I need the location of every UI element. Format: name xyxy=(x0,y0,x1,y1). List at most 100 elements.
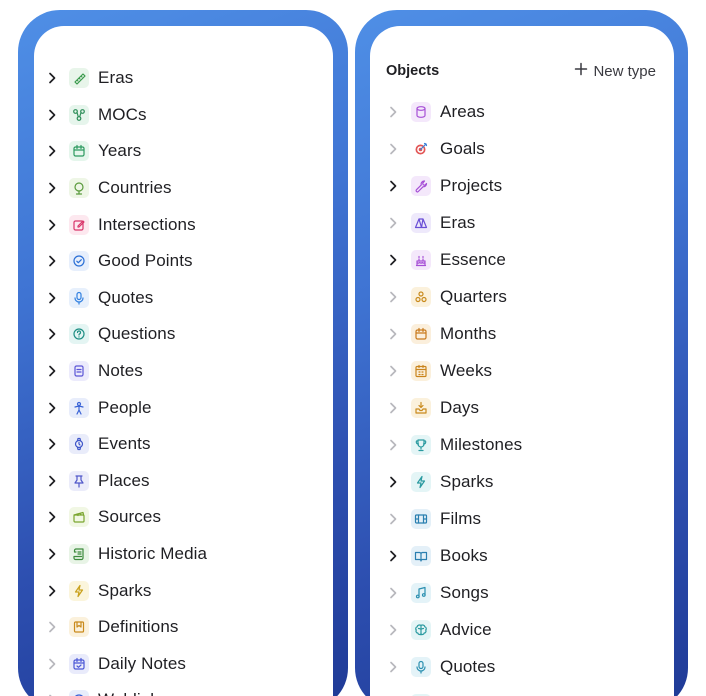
chevron-right-icon[interactable] xyxy=(386,364,400,378)
chevron-right-icon[interactable] xyxy=(386,401,400,415)
chevron-right-icon[interactable] xyxy=(386,623,400,637)
chevron-right-icon[interactable] xyxy=(45,144,59,158)
left-item-daily-notes[interactable]: Daily Notes xyxy=(34,646,333,683)
left-item-events[interactable]: Events xyxy=(34,426,333,463)
objects-item-advice[interactable]: Advice xyxy=(370,611,674,648)
chevron-right-icon[interactable] xyxy=(386,327,400,341)
target-icon xyxy=(411,138,431,159)
left-item-notes[interactable]: Notes xyxy=(34,353,333,390)
brain-icon xyxy=(411,619,431,640)
left-item-weblinks[interactable]: Weblinks xyxy=(34,682,333,696)
left-item-good-points[interactable]: Good Points xyxy=(34,243,333,280)
new-type-button[interactable]: New type xyxy=(574,62,656,80)
objects-item-label: Areas xyxy=(440,101,485,121)
left-item-historic-media[interactable]: Historic Media xyxy=(34,536,333,573)
left-item-places[interactable]: Places xyxy=(34,463,333,500)
objects-item-quotes[interactable]: Quotes xyxy=(370,648,674,685)
left-item-label: Intersections xyxy=(98,214,196,234)
objects-item-label: Eras xyxy=(440,212,476,232)
note-icon xyxy=(69,361,89,382)
left-item-quotes[interactable]: Quotes xyxy=(34,280,333,317)
objects-item-books[interactable]: Books xyxy=(370,537,674,574)
chevron-right-icon[interactable] xyxy=(45,401,59,415)
objects-item-songs[interactable]: Songs xyxy=(370,574,674,611)
objects-item-label: Essence xyxy=(440,249,506,269)
chevron-right-icon[interactable] xyxy=(45,181,59,195)
chevron-right-icon[interactable] xyxy=(45,584,59,598)
left-item-intersections[interactable]: Intersections xyxy=(34,206,333,243)
objects-item-locations[interactable]: Locations xyxy=(370,685,674,696)
chevron-right-icon[interactable] xyxy=(45,547,59,561)
left-item-eras[interactable]: Eras xyxy=(34,60,333,97)
chevron-right-icon[interactable] xyxy=(45,254,59,268)
chevron-right-icon[interactable] xyxy=(386,105,400,119)
left-item-sparks[interactable]: Sparks xyxy=(34,572,333,609)
calendar-grid-icon xyxy=(411,360,431,381)
left-item-definitions[interactable]: Definitions xyxy=(34,609,333,646)
objects-item-label: Weeks xyxy=(440,360,493,380)
left-item-label: Weblinks xyxy=(98,690,167,696)
lightning-icon xyxy=(411,471,431,492)
chevron-right-icon[interactable] xyxy=(386,179,400,193)
clapper-icon xyxy=(69,507,89,528)
chevron-right-icon[interactable] xyxy=(386,290,400,304)
chevron-right-icon[interactable] xyxy=(45,218,59,232)
objects-item-eras[interactable]: Eras xyxy=(370,204,674,241)
cylinder-icon xyxy=(411,101,431,122)
chevron-right-icon[interactable] xyxy=(386,549,400,563)
objects-item-essence[interactable]: Essence xyxy=(370,241,674,278)
objects-item-label: Projects xyxy=(440,175,503,195)
objects-panel: Objects New type Areas Goals Projects Eras E… xyxy=(370,26,674,696)
left-item-countries[interactable]: Countries xyxy=(34,170,333,207)
objects-item-days[interactable]: Days xyxy=(370,389,674,426)
ruler-icon xyxy=(69,68,89,89)
chevron-right-icon[interactable] xyxy=(45,327,59,341)
left-item-years[interactable]: Years xyxy=(34,133,333,170)
left-item-questions[interactable]: Questions xyxy=(34,316,333,353)
objects-item-sparks[interactable]: Sparks xyxy=(370,463,674,500)
left-item-people[interactable]: People xyxy=(34,389,333,426)
objects-item-areas[interactable]: Areas xyxy=(370,93,674,130)
objects-item-label: Months xyxy=(440,323,497,343)
chevron-right-icon[interactable] xyxy=(386,586,400,600)
chevron-right-icon[interactable] xyxy=(45,108,59,122)
objects-item-months[interactable]: Months xyxy=(370,315,674,352)
chevron-right-icon[interactable] xyxy=(386,253,400,267)
objects-item-quarters[interactable]: Quarters xyxy=(370,278,674,315)
left-item-label: Historic Media xyxy=(98,544,208,564)
left-item-sources[interactable]: Sources xyxy=(34,499,333,536)
left-item-label: Notes xyxy=(98,361,143,381)
objects-item-label: Books xyxy=(440,545,488,565)
person-icon xyxy=(69,397,89,418)
question-icon xyxy=(69,324,89,345)
chevron-right-icon[interactable] xyxy=(45,510,59,524)
objects-item-goals[interactable]: Goals xyxy=(370,130,674,167)
chevron-right-icon[interactable] xyxy=(386,142,400,156)
edit-icon xyxy=(69,214,89,235)
chevron-right-icon[interactable] xyxy=(386,512,400,526)
chevron-right-icon[interactable] xyxy=(386,216,400,230)
chevron-right-icon[interactable] xyxy=(45,364,59,378)
left-item-label: Sparks xyxy=(98,580,152,600)
circles-icon xyxy=(411,286,431,307)
objects-item-films[interactable]: Films xyxy=(370,500,674,537)
objects-item-projects[interactable]: Projects xyxy=(370,167,674,204)
objects-item-milestones[interactable]: Milestones xyxy=(370,426,674,463)
chevron-right-icon[interactable] xyxy=(45,657,59,671)
chevron-right-icon[interactable] xyxy=(45,474,59,488)
bookmark-icon xyxy=(69,617,89,638)
watch-icon xyxy=(69,434,89,455)
chevron-right-icon[interactable] xyxy=(45,291,59,305)
objects-item-label: Quarters xyxy=(440,286,507,306)
left-item-mocs[interactable]: MOCs xyxy=(34,97,333,134)
chevron-right-icon[interactable] xyxy=(45,71,59,85)
trophy-icon xyxy=(411,434,431,455)
chevron-right-icon[interactable] xyxy=(386,660,400,674)
tent-icon xyxy=(411,212,431,233)
chevron-right-icon[interactable] xyxy=(386,475,400,489)
chevron-right-icon[interactable] xyxy=(45,620,59,634)
chevron-right-icon[interactable] xyxy=(386,438,400,452)
left-item-label: MOCs xyxy=(98,104,147,124)
objects-item-weeks[interactable]: Weeks xyxy=(370,352,674,389)
chevron-right-icon[interactable] xyxy=(45,437,59,451)
